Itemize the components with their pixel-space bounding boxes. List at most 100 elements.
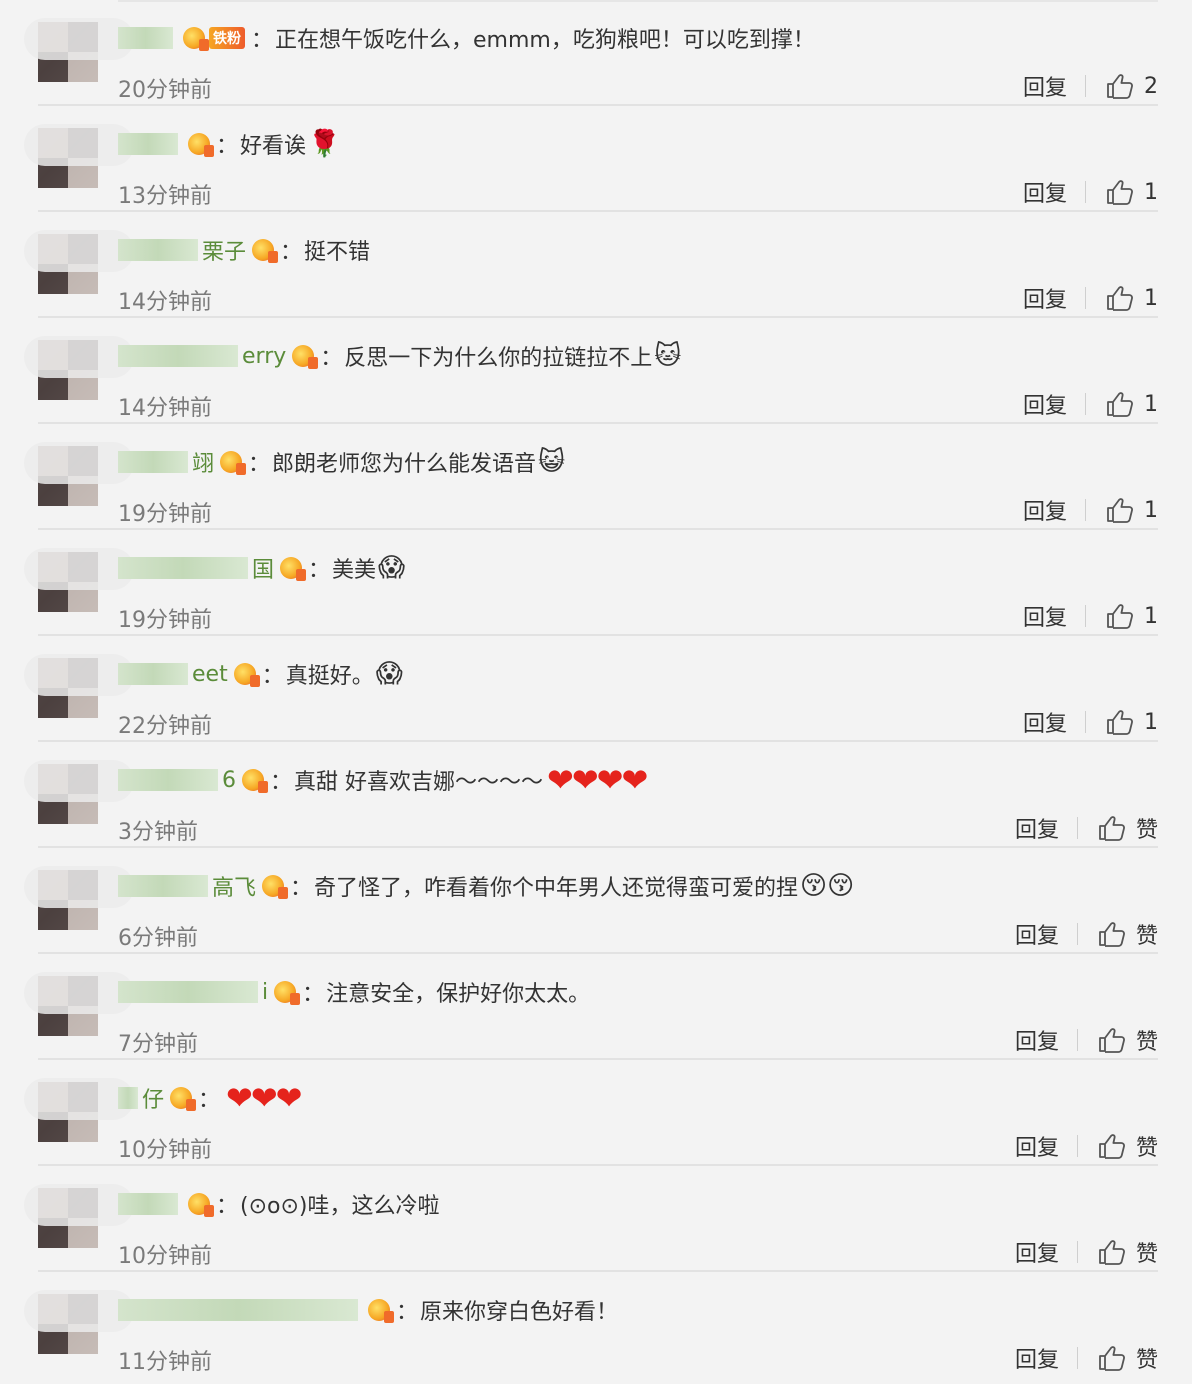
username[interactable] bbox=[118, 451, 188, 473]
reply-button[interactable]: 回复 bbox=[1015, 812, 1059, 844]
heart-icons: ❤❤❤ bbox=[226, 1079, 302, 1117]
reply-button[interactable]: 回复 bbox=[1015, 1236, 1059, 1268]
fan-crown-icon[interactable] bbox=[233, 661, 260, 687]
like-button[interactable]: 赞 bbox=[1098, 1342, 1158, 1374]
avatar[interactable] bbox=[24, 230, 134, 294]
reply-button[interactable]: 回复 bbox=[1023, 494, 1067, 526]
fan-crown-icon[interactable] bbox=[252, 237, 279, 263]
username[interactable] bbox=[118, 663, 188, 685]
username-suffix[interactable]: erry bbox=[242, 344, 286, 369]
avatar[interactable] bbox=[24, 760, 134, 824]
thumbs-up-icon bbox=[1107, 180, 1133, 205]
fan-crown-icon[interactable] bbox=[292, 343, 319, 369]
username[interactable] bbox=[118, 769, 218, 791]
action-divider bbox=[1085, 287, 1086, 309]
like-button[interactable]: 1 bbox=[1106, 179, 1158, 205]
comment-line: eet ： 真挺好。 😱 bbox=[118, 656, 403, 692]
reply-button[interactable]: 回复 bbox=[1015, 1130, 1059, 1162]
comment-item: 铁粉 ： 正在想午饭吃什么，emmm，吃狗粮吧！可以吃到撑！ 20分钟前 回复 … bbox=[0, 0, 1192, 106]
username[interactable] bbox=[118, 133, 178, 155]
comment-text: 奇了怪了，咋看着你个中年男人还觉得蛮可爱的捏 bbox=[314, 876, 799, 901]
comment-line: ： 好看诶 🌹 bbox=[118, 126, 340, 162]
avatar[interactable] bbox=[24, 336, 134, 400]
like-button[interactable]: 赞 bbox=[1098, 812, 1158, 844]
avatar[interactable] bbox=[24, 548, 134, 612]
like-button[interactable]: 赞 bbox=[1098, 1024, 1158, 1056]
reply-button[interactable]: 回复 bbox=[1023, 176, 1067, 208]
avatar[interactable] bbox=[24, 1184, 134, 1248]
comment-item: ： (⊙o⊙)哇，这么冷啦 10分钟前 回复 赞 bbox=[0, 1166, 1192, 1272]
username-suffix[interactable]: eet bbox=[192, 662, 228, 687]
fan-crown-icon[interactable] bbox=[368, 1297, 394, 1323]
reply-button[interactable]: 回复 bbox=[1023, 70, 1067, 102]
username[interactable] bbox=[118, 1299, 358, 1321]
username[interactable] bbox=[118, 875, 208, 897]
like-button[interactable]: 1 bbox=[1106, 285, 1158, 311]
reply-button[interactable]: 回复 bbox=[1023, 388, 1067, 420]
avatar[interactable] bbox=[24, 18, 134, 82]
like-button[interactable]: 赞 bbox=[1098, 1130, 1158, 1162]
reply-button[interactable]: 回复 bbox=[1023, 706, 1067, 738]
like-button[interactable]: 1 bbox=[1106, 709, 1158, 735]
comment-list: 铁粉 ： 正在想午饭吃什么，emmm，吃狗粮吧！可以吃到撑！ 20分钟前 回复 … bbox=[0, 0, 1192, 1384]
username-suffix[interactable]: 仔 bbox=[142, 1082, 164, 1114]
colon: ： bbox=[320, 346, 343, 371]
fan-crown-icon[interactable] bbox=[242, 767, 268, 793]
username[interactable] bbox=[118, 1193, 178, 1215]
colon: ： bbox=[216, 1194, 239, 1219]
reply-button[interactable]: 回复 bbox=[1023, 600, 1067, 632]
fan-crown-icon bbox=[183, 27, 209, 51]
comment-actions: 回复 2 bbox=[1023, 70, 1158, 102]
avatar[interactable] bbox=[24, 1290, 134, 1354]
comment-actions: 回复 赞 bbox=[1015, 918, 1158, 950]
fan-crown-icon[interactable] bbox=[280, 555, 307, 581]
username[interactable] bbox=[118, 557, 248, 579]
action-divider bbox=[1076, 923, 1078, 945]
username-suffix[interactable]: 翊 bbox=[192, 446, 214, 478]
avatar[interactable] bbox=[24, 866, 134, 930]
thumbs-up-icon bbox=[1099, 922, 1125, 947]
comment-text: 好看诶 bbox=[240, 134, 307, 159]
fan-crown-icon[interactable] bbox=[170, 1085, 197, 1111]
avatar[interactable] bbox=[24, 124, 134, 188]
like-count: 赞 bbox=[1135, 1030, 1158, 1055]
action-divider bbox=[1076, 1347, 1078, 1369]
fan-crown-icon[interactable] bbox=[188, 1191, 214, 1217]
action-divider bbox=[1085, 393, 1086, 415]
reply-button[interactable]: 回复 bbox=[1015, 1024, 1059, 1056]
fan-crown-icon[interactable] bbox=[262, 873, 289, 899]
like-button[interactable]: 1 bbox=[1106, 603, 1158, 629]
fan-crown-icon[interactable] bbox=[274, 979, 301, 1005]
username[interactable] bbox=[118, 345, 238, 367]
username-suffix[interactable]: 栗子 bbox=[202, 234, 246, 266]
comment-text: 美美 bbox=[332, 558, 377, 583]
like-button[interactable]: 赞 bbox=[1098, 918, 1158, 950]
colon: ： bbox=[270, 770, 293, 795]
comment-time: 7分钟前 bbox=[118, 1032, 198, 1057]
reply-button[interactable]: 回复 bbox=[1023, 282, 1067, 314]
avatar[interactable] bbox=[24, 972, 134, 1036]
reply-button[interactable]: 回复 bbox=[1015, 918, 1059, 950]
username-suffix[interactable]: 国 bbox=[252, 552, 274, 584]
username[interactable] bbox=[118, 1087, 138, 1109]
fan-crown-icon[interactable] bbox=[188, 131, 214, 157]
like-button[interactable]: 2 bbox=[1106, 73, 1158, 99]
username-suffix[interactable]: 高飞 bbox=[212, 870, 256, 902]
fan-crown-icon[interactable] bbox=[220, 449, 247, 475]
username[interactable] bbox=[118, 239, 198, 261]
like-button[interactable]: 赞 bbox=[1098, 1236, 1158, 1268]
comment-item: eet ： 真挺好。 😱 22分钟前 回复 1 bbox=[0, 636, 1192, 742]
avatar[interactable] bbox=[24, 1078, 134, 1142]
reply-button[interactable]: 回复 bbox=[1015, 1342, 1059, 1374]
username[interactable] bbox=[118, 27, 173, 49]
comment-text: 反思一下为什么你的拉链拉不上 bbox=[344, 346, 653, 371]
fan-crown-icon[interactable]: 铁粉 bbox=[183, 25, 245, 51]
thumbs-up-icon bbox=[1099, 1346, 1125, 1371]
username-suffix[interactable]: 6 bbox=[222, 768, 236, 793]
like-button[interactable]: 1 bbox=[1106, 391, 1158, 417]
username[interactable] bbox=[118, 981, 258, 1003]
username-suffix[interactable]: i bbox=[262, 980, 268, 1005]
avatar[interactable] bbox=[24, 654, 134, 718]
like-button[interactable]: 1 bbox=[1106, 497, 1158, 523]
avatar[interactable] bbox=[24, 442, 134, 506]
